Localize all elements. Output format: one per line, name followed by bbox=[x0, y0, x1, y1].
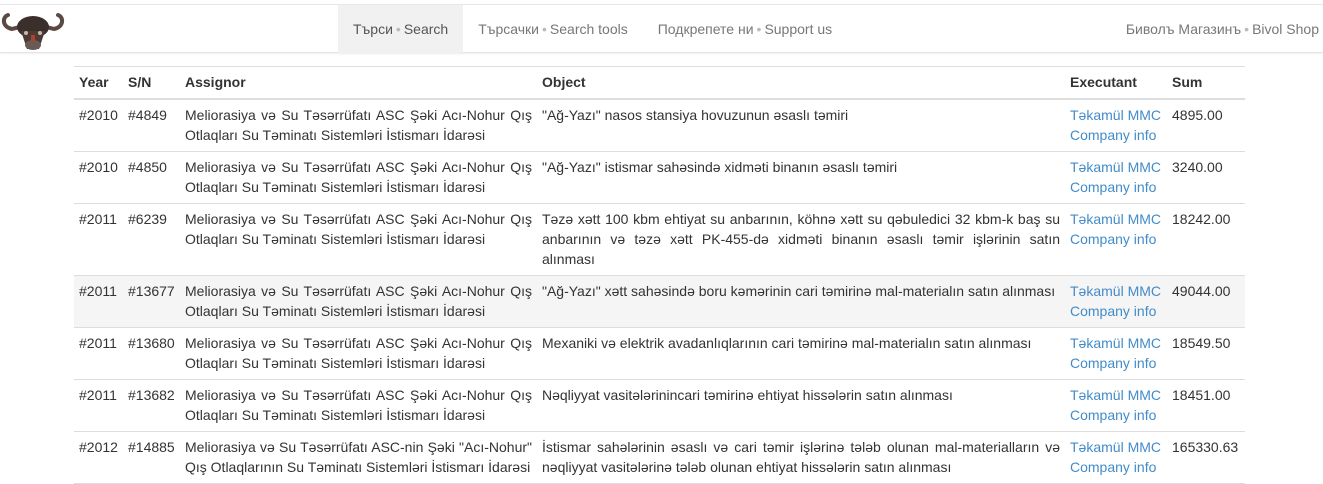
buffalo-logo-icon[interactable] bbox=[0, 5, 66, 54]
cell-assignor: Meliorasiya və Su Təsərrüfatı ASC Şəki A… bbox=[180, 98, 537, 151]
executant-link[interactable]: Təkamül MMC bbox=[1070, 385, 1162, 405]
cell-year: #2010 bbox=[74, 98, 123, 151]
table-row: #2012 #14885 Meliorasiya və Su Təsərrüfatı… bbox=[74, 430, 1245, 484]
executant-link[interactable]: Təkamül MMC bbox=[1070, 157, 1162, 177]
cell-object: "Ağ-Yazı" istismar sahəsində xidməti bin… bbox=[537, 150, 1065, 203]
cell-object: İstismar sahələrinin əsaslı və cari təmi… bbox=[537, 430, 1065, 484]
cell-year: #2012 bbox=[74, 430, 123, 484]
column-header-assignor[interactable]: Assignor bbox=[180, 66, 537, 100]
cell-sum: 3240.00 bbox=[1167, 150, 1245, 203]
table-row: #2011 #13677 Meliorasiya və Su Təsərrüfatı… bbox=[74, 274, 1245, 327]
cell-sn: #4850 bbox=[123, 150, 180, 203]
company-info-link[interactable]: Company info bbox=[1070, 301, 1162, 321]
cell-executant: Təkamül MMC Company info bbox=[1065, 378, 1167, 431]
company-info-link[interactable]: Company info bbox=[1070, 353, 1162, 373]
nav-search-tools-en-label: Search tools bbox=[549, 21, 628, 37]
nav-search-tools[interactable]: Търсачки • Search tools bbox=[463, 5, 643, 54]
cell-assignor: Meliorasiya və Su Təsərrüfatı ASC Şəki A… bbox=[180, 274, 537, 327]
executant-link[interactable]: Təkamül MMC bbox=[1070, 105, 1162, 125]
nav-support-us[interactable]: Подкрепете ни • Support us bbox=[643, 5, 847, 54]
cell-sum: 4895.00 bbox=[1167, 98, 1245, 151]
cell-sum: 49044.00 bbox=[1167, 274, 1245, 327]
nav-search-bg-label: Търси bbox=[353, 21, 393, 37]
company-info-link[interactable]: Company info bbox=[1070, 457, 1162, 477]
nav-search-tools-bg-label: Търсачки bbox=[478, 21, 539, 37]
cell-assignor: Meliorasiya və Su Təsərrüfatı ASC Şəki A… bbox=[180, 378, 537, 431]
company-info-link[interactable]: Company info bbox=[1070, 177, 1162, 197]
column-header-year[interactable]: Year bbox=[74, 66, 123, 100]
cell-executant: Təkamül MMC Company info bbox=[1065, 326, 1167, 379]
cell-executant: Təkamül MMC Company info bbox=[1065, 98, 1167, 151]
cell-executant: Təkamül MMC Company info bbox=[1065, 274, 1167, 327]
cell-sum: 18451.00 bbox=[1167, 378, 1245, 431]
cell-sn: #14885 bbox=[123, 430, 180, 484]
cell-year: #2011 bbox=[74, 274, 123, 327]
cell-year: #2010 bbox=[74, 150, 123, 203]
shop-en-label: Bivol Shop bbox=[1252, 21, 1319, 37]
cell-assignor: Meliorasiya və Su Təsərrüfatı ASC-nin Şə… bbox=[180, 430, 537, 484]
nav-separator: • bbox=[542, 21, 547, 37]
table-row: #2011 #13682 Meliorasiya və Su Təsərrüfatı… bbox=[74, 378, 1245, 431]
nav-separator: • bbox=[395, 21, 401, 37]
table-row: #2011 #13680 Meliorasiya və Su Təsərrüfatı… bbox=[74, 326, 1245, 379]
nav-support-en-label: Support us bbox=[764, 21, 833, 37]
column-header-executant[interactable]: Executant bbox=[1065, 66, 1167, 100]
table-row: #2010 #4850 Meliorasiya və Su Təsərrüfatı … bbox=[74, 150, 1245, 203]
nav-search[interactable]: Търси • Search bbox=[338, 5, 464, 54]
nav-support-bg-label: Подкрепете ни bbox=[657, 21, 754, 37]
table-row: #2011 #6239 Meliorasiya və Su Təsərrüfatı … bbox=[74, 202, 1245, 275]
cell-executant: Təkamül MMC Company info bbox=[1065, 150, 1167, 203]
table-row: #2010 #4849 Meliorasiya və Su Təsərrüfatı … bbox=[74, 98, 1245, 151]
column-header-sn[interactable]: S/N bbox=[123, 66, 180, 100]
cell-year: #2011 bbox=[74, 378, 123, 431]
column-header-sum[interactable]: Sum bbox=[1167, 66, 1245, 100]
cell-assignor: Meliorasiya və Su Təsərrüfatı ASC Şəki A… bbox=[180, 150, 537, 203]
company-info-link[interactable]: Company info bbox=[1070, 229, 1162, 249]
main-nav: Търси • Search Търсачки • Search tools Подкр… bbox=[338, 5, 847, 54]
table-header-row: Year S/N Assignor Object Executant Sum bbox=[74, 66, 1245, 100]
executant-link[interactable]: Təkamül MMC bbox=[1070, 209, 1162, 229]
cell-sum: 18549.50 bbox=[1167, 326, 1245, 379]
contracts-table: Year S/N Assignor Object Executant Sum #… bbox=[74, 66, 1245, 484]
cell-object: Təzə xətt 100 kbm ehtiyat su anbarının, … bbox=[537, 202, 1065, 275]
executant-link[interactable]: Təkamül MMC bbox=[1070, 437, 1162, 457]
nav-search-en-label: Search bbox=[403, 21, 449, 37]
cell-sum: 18242.00 bbox=[1167, 202, 1245, 275]
cell-object: Nəqliyyat vasitələrinincari təmirinə eht… bbox=[537, 378, 1065, 431]
nav-shop-link[interactable]: Биволъ Магазинъ • Bivol Shop bbox=[1126, 5, 1319, 54]
cell-sn: #13682 bbox=[123, 378, 180, 431]
cell-object: "Ağ-Yazı" xətt sahəsində boru kəmərinin … bbox=[537, 274, 1065, 327]
executant-link[interactable]: Təkamül MMC bbox=[1070, 333, 1162, 353]
cell-executant: Təkamül MMC Company info bbox=[1065, 202, 1167, 275]
executant-link[interactable]: Təkamül MMC bbox=[1070, 281, 1162, 301]
company-info-link[interactable]: Company info bbox=[1070, 125, 1162, 145]
navbar: Търси • Search Търсачки • Search tools Подкр… bbox=[0, 4, 1323, 54]
nav-separator: • bbox=[1244, 21, 1250, 37]
cell-assignor: Meliorasiya və Su Təsərrüfatı ASC Şəki A… bbox=[180, 326, 537, 379]
cell-object: "Ağ-Yazı" nasos stansiya hovuzunun əsasl… bbox=[537, 98, 1065, 151]
cell-executant: Təkamül MMC Company info bbox=[1065, 430, 1167, 484]
cell-year: #2011 bbox=[74, 202, 123, 275]
shop-bg-label: Биволъ Магазинъ bbox=[1125, 21, 1242, 37]
cell-sn: #13677 bbox=[123, 274, 180, 327]
cell-assignor: Meliorasiya və Su Təsərrüfatı ASC Şəki A… bbox=[180, 202, 537, 275]
cell-year: #2011 bbox=[74, 326, 123, 379]
cell-object: Mexaniki və elektrik avadanlıqlarının ca… bbox=[537, 326, 1065, 379]
cell-sum: 165330.63 bbox=[1167, 430, 1245, 484]
cell-sn: #4849 bbox=[123, 98, 180, 151]
nav-separator: • bbox=[756, 21, 762, 37]
company-info-link[interactable]: Company info bbox=[1070, 405, 1162, 425]
cell-sn: #13680 bbox=[123, 326, 180, 379]
column-header-object[interactable]: Object bbox=[537, 66, 1065, 100]
cell-sn: #6239 bbox=[123, 202, 180, 275]
